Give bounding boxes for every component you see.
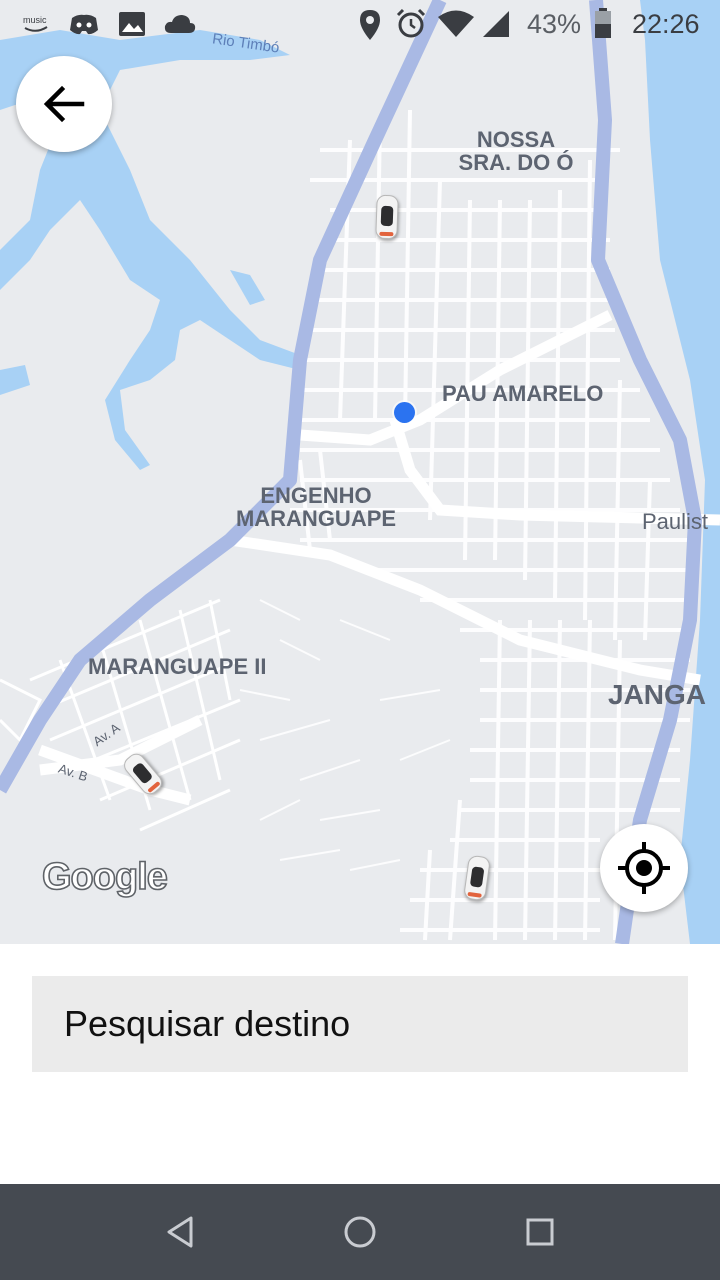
wifi-icon bbox=[438, 10, 474, 37]
signal-icon bbox=[483, 11, 509, 37]
back-button[interactable] bbox=[16, 56, 112, 152]
map-label-janga: JANGA bbox=[608, 679, 707, 710]
destination-search-placeholder: Pesquisar destino bbox=[64, 1003, 351, 1044]
back-triangle-icon bbox=[167, 1216, 193, 1248]
svg-text:music: music bbox=[23, 15, 47, 25]
my-location-button[interactable] bbox=[600, 824, 688, 912]
home-circle-icon bbox=[344, 1216, 376, 1248]
discord-icon bbox=[70, 14, 98, 35]
clock: 22:26 bbox=[632, 9, 700, 39]
battery-icon bbox=[595, 8, 611, 38]
battery-percent: 43% bbox=[527, 9, 582, 39]
crosshair-icon bbox=[618, 842, 670, 894]
map-label-maranguape-ii: MARANGUAPE II bbox=[88, 654, 267, 679]
nav-back-button[interactable] bbox=[160, 1212, 200, 1252]
map-label-pau-amarelo: PAU AMARELO bbox=[442, 381, 604, 406]
user-location-dot bbox=[394, 402, 415, 423]
google-logo: Google bbox=[41, 855, 168, 899]
recents-square-icon bbox=[526, 1218, 554, 1246]
bottom-panel: Pesquisar destino bbox=[0, 944, 720, 1184]
system-nav-bar bbox=[0, 1184, 720, 1280]
amazon-music-icon: music bbox=[23, 15, 48, 32]
nav-home-button[interactable] bbox=[340, 1212, 380, 1252]
map-label-engenho-maranguape: ENGENHO MARANGUAPE bbox=[235, 483, 397, 532]
map-label-paulista: Paulist bbox=[642, 509, 709, 534]
map-canvas bbox=[0, 0, 720, 944]
status-bar: music 43% 22:26 bbox=[0, 0, 720, 50]
location-icon bbox=[360, 10, 380, 40]
map-label-nossa-sra-do-o: NOSSA SRA. DO Ó bbox=[458, 127, 574, 176]
cloud-icon bbox=[164, 15, 196, 33]
car-icon bbox=[375, 194, 399, 240]
image-icon bbox=[119, 12, 145, 36]
alarm-icon bbox=[396, 8, 426, 38]
destination-search-input[interactable]: Pesquisar destino bbox=[32, 976, 688, 1072]
map-view[interactable]: Rio Timbó NOSSA SRA. DO Ó PAU AMARELO EN… bbox=[0, 0, 720, 944]
arrow-left-icon bbox=[43, 85, 85, 123]
nav-recents-button[interactable] bbox=[520, 1212, 560, 1252]
